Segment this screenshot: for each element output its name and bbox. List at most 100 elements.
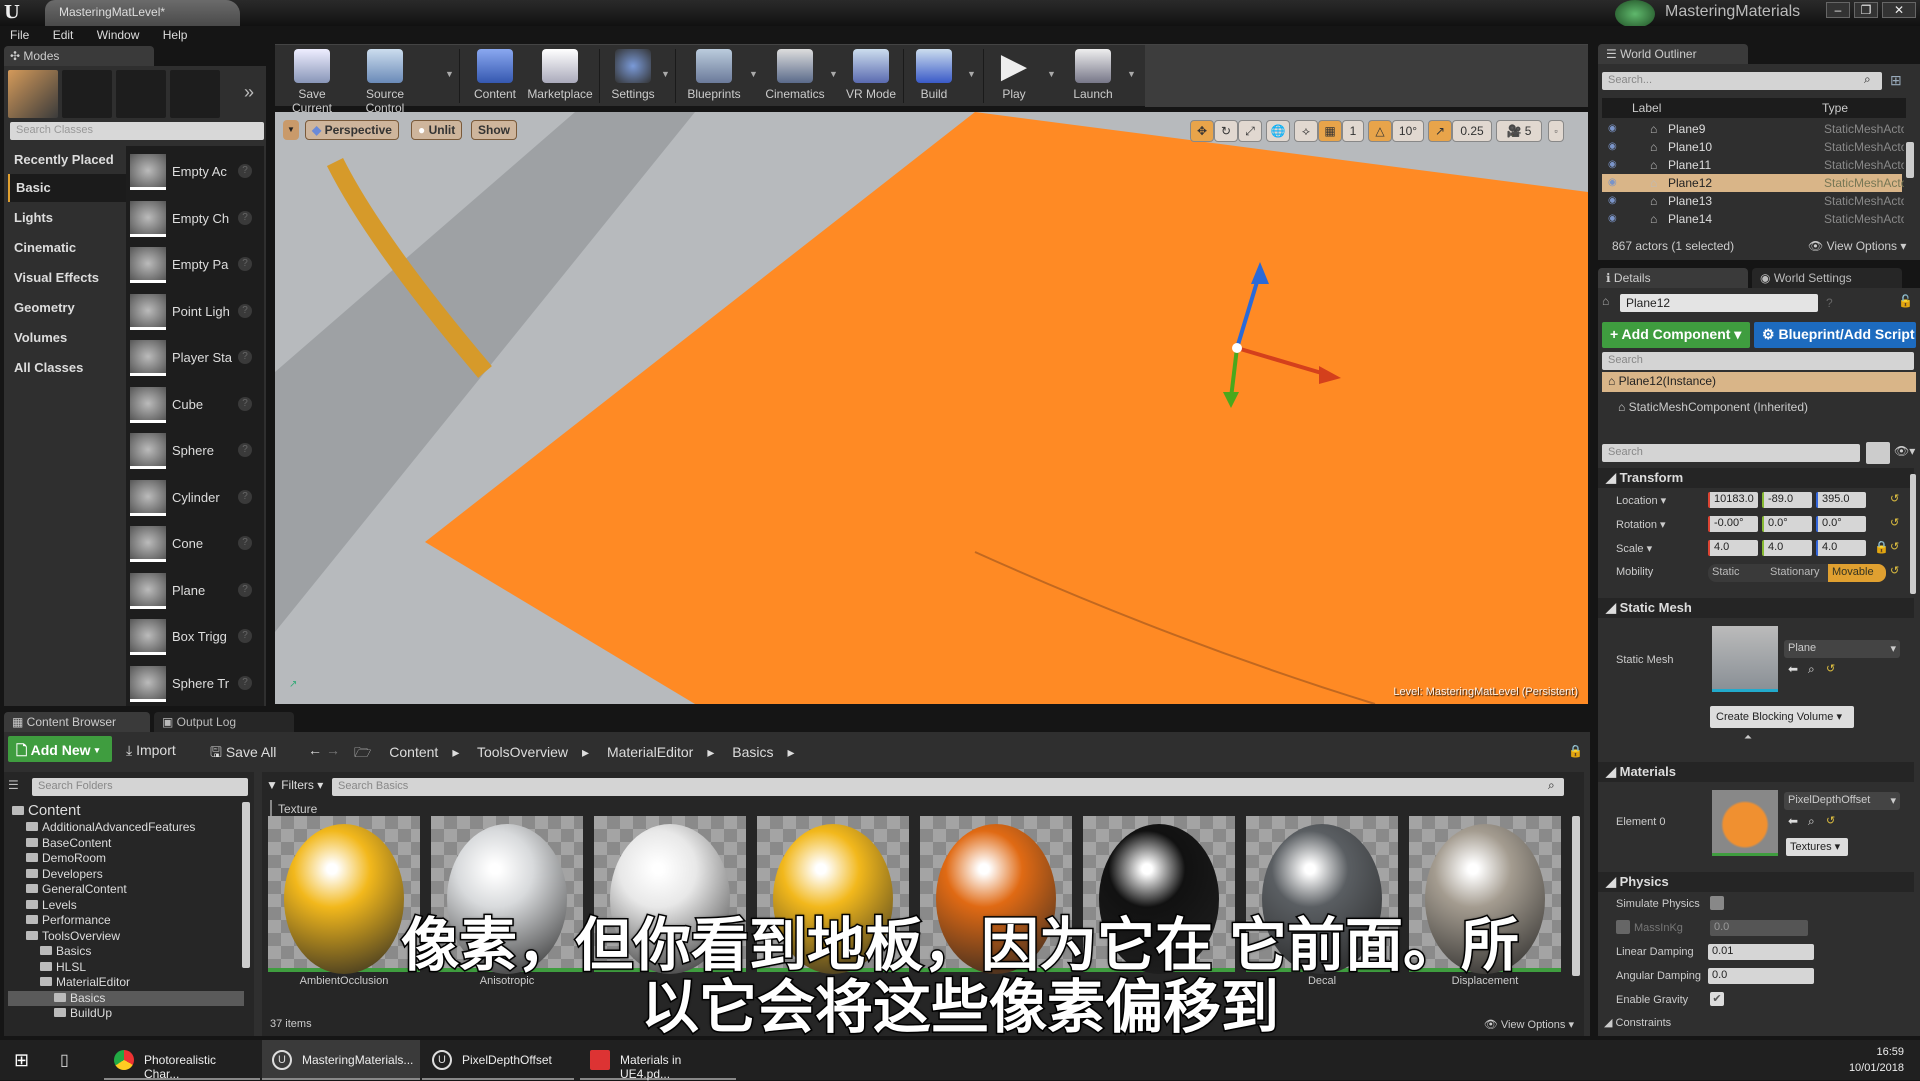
breadcrumb-separator[interactable]: ▸: [452, 744, 459, 760]
settings-dropdown[interactable]: ▼: [661, 69, 670, 79]
cinematics-dropdown[interactable]: ▼: [829, 69, 838, 79]
rotation-y-input[interactable]: 0.0°: [1762, 516, 1812, 532]
outliner-row[interactable]: ◉ ⌂ Plane13 StaticMeshActor: [1602, 192, 1904, 210]
folder-tree-item[interactable]: BaseContent: [8, 836, 244, 852]
category-volumes[interactable]: Volumes: [8, 324, 126, 352]
category-basic[interactable]: Basic: [8, 174, 126, 202]
breadcrumb-basics[interactable]: Basics: [732, 744, 773, 760]
class-item[interactable]: Empty Ch?: [130, 197, 258, 243]
translate-tool-icon[interactable]: ✥: [1190, 120, 1214, 142]
source-control-dropdown[interactable]: ▼: [445, 69, 454, 79]
folder-tree-item[interactable]: MaterialEditor: [8, 975, 244, 991]
modes-tab[interactable]: ✣ Modes: [4, 46, 154, 66]
import-button[interactable]: ⤓ Import: [126, 742, 176, 759]
breadcrumb-materialeditor[interactable]: MaterialEditor: [607, 744, 693, 760]
mobility-static[interactable]: Static: [1712, 566, 1766, 578]
class-item[interactable]: Point Ligh?: [130, 290, 258, 336]
maximize-viewport-icon[interactable]: ▫: [1548, 120, 1564, 142]
property-matrix-icon[interactable]: [1866, 442, 1890, 464]
close-button[interactable]: ✕: [1882, 2, 1916, 18]
gizmo-center[interactable]: [1232, 343, 1242, 353]
visibility-eye-icon[interactable]: ◉: [1608, 177, 1617, 188]
more-modes-icon[interactable]: »: [244, 82, 254, 103]
system-clock[interactable]: 16:59 10/01/2018: [1849, 1044, 1904, 1076]
category-recently-placed[interactable]: Recently Placed: [8, 146, 126, 174]
folder-tree-item[interactable]: Levels: [8, 898, 244, 914]
blueprints-dropdown[interactable]: ▼: [749, 69, 758, 79]
class-item[interactable]: Box Trigg?: [130, 615, 258, 661]
folder-tree-item[interactable]: BuildUp: [8, 1006, 244, 1022]
use-selected-material-icon[interactable]: ⬅: [1788, 814, 1798, 828]
blueprint-add-script-button[interactable]: ⚙ Blueprint/Add Script: [1754, 322, 1916, 348]
breadcrumb-separator[interactable]: ▸: [707, 744, 714, 760]
class-item[interactable]: Cone?: [130, 522, 258, 568]
place-mode-button[interactable]: [8, 70, 58, 118]
transform-section[interactable]: ◢ Transform: [1598, 468, 1914, 488]
help-icon[interactable]: ?: [238, 396, 252, 411]
marketplace-button[interactable]: Marketplace: [525, 49, 595, 105]
maximize-button[interactable]: ❐: [1854, 2, 1878, 18]
location-y-input[interactable]: -89.0: [1762, 492, 1812, 508]
perspective-button[interactable]: ◆ Perspective: [305, 120, 399, 140]
category-all-classes[interactable]: All Classes: [8, 354, 126, 382]
back-button[interactable]: ←: [308, 742, 322, 758]
category-lights[interactable]: Lights: [8, 204, 126, 232]
enable-gravity-checkbox[interactable]: ✔: [1710, 992, 1724, 1006]
menu-help[interactable]: Help: [153, 26, 198, 44]
breadcrumb-toolsoverview[interactable]: ToolsOverview: [477, 744, 568, 760]
output-log-tab[interactable]: ▣ Output Log: [154, 712, 294, 732]
camera-speed-button[interactable]: 🎥 5: [1496, 120, 1542, 142]
outliner-row[interactable]: ◉ ⌂ Plane12 StaticMeshActor: [1602, 174, 1904, 192]
blueprints-button[interactable]: Blueprints: [681, 49, 747, 105]
component-search-input[interactable]: Search: [1602, 352, 1914, 370]
outliner-row[interactable]: ◉ ⌂ Plane11 StaticMeshActor: [1602, 156, 1904, 174]
materials-section[interactable]: ◢ Materials: [1598, 762, 1914, 782]
textures-button[interactable]: Textures ▾: [1786, 838, 1848, 856]
help-icon[interactable]: ?: [1826, 296, 1833, 310]
help-icon[interactable]: ?: [238, 303, 252, 318]
build-button[interactable]: Build: [911, 49, 957, 105]
breadcrumb-content[interactable]: Content: [389, 744, 438, 760]
reset-mesh-icon[interactable]: ↺: [1826, 662, 1835, 675]
breadcrumb-separator[interactable]: ▸: [582, 744, 589, 760]
filters-button[interactable]: ▼ Filters ▾: [266, 778, 323, 792]
play-button[interactable]: ▶ Play: [991, 49, 1037, 105]
visibility-eye-icon[interactable]: ◉: [1608, 123, 1617, 134]
rotation-x-input[interactable]: -0.00°: [1708, 516, 1758, 532]
folder-tree-item[interactable]: AdditionalAdvancedFeatures: [8, 820, 244, 836]
rotation-label[interactable]: Rotation ▾: [1616, 518, 1666, 531]
help-icon[interactable]: ?: [238, 536, 252, 550]
static-mesh-section[interactable]: ◢ Static Mesh: [1598, 598, 1914, 618]
rotation-snap-value[interactable]: 10°: [1392, 120, 1424, 142]
world-settings-tab[interactable]: ◉ World Settings: [1752, 268, 1902, 288]
scale-snap-value[interactable]: 0.25: [1452, 120, 1492, 142]
help-icon[interactable]: ?: [238, 489, 252, 504]
taskbar-chrome[interactable]: Photorealistic Char...: [104, 1040, 260, 1081]
folder-tree-item[interactable]: Content: [8, 802, 244, 820]
level-viewport[interactable]: ▼ ◆ Perspective ● Unlit Show ✥ ↻ ⤢ 🌐 ⟡ ▦…: [275, 112, 1588, 704]
help-icon[interactable]: ?: [238, 350, 252, 364]
menu-file[interactable]: File: [0, 26, 39, 44]
folder-tree-item[interactable]: ToolsOverview: [8, 929, 244, 945]
collapse-advanced-icon[interactable]: ⏶: [1744, 732, 1752, 743]
outliner-view-options[interactable]: 👁 View Options ▾: [1808, 239, 1906, 253]
help-icon[interactable]: ?: [238, 257, 252, 271]
physics-section[interactable]: ◢ Physics: [1598, 872, 1914, 892]
breadcrumb-separator[interactable]: ▸: [787, 744, 794, 760]
launch-button[interactable]: Launch: [1065, 49, 1121, 105]
class-item[interactable]: Cylinder?: [130, 476, 258, 522]
outliner-search-input[interactable]: Search...: [1602, 72, 1882, 90]
outliner-row[interactable]: ◉ ⌂ Plane10 StaticMeshActor: [1602, 138, 1904, 156]
folder-tree-item[interactable]: Developers: [8, 867, 244, 883]
view-mode-button[interactable]: ● Unlit: [411, 120, 463, 140]
folder-tree-item[interactable]: HLSL: [8, 960, 244, 976]
scale-snap-icon[interactable]: ↗: [1428, 120, 1452, 142]
level-document-tab[interactable]: MasteringMatLevel*: [45, 0, 240, 26]
location-z-input[interactable]: 395.0: [1816, 492, 1866, 508]
folder-tree-item[interactable]: Basics: [8, 944, 244, 960]
rotation-snap-icon[interactable]: △: [1368, 120, 1392, 142]
category-geometry[interactable]: Geometry: [8, 294, 126, 322]
save-current-button[interactable]: Save Current: [281, 49, 343, 115]
reset-scale-icon[interactable]: ↺: [1890, 540, 1899, 553]
type-column-header[interactable]: Type: [1822, 101, 1848, 115]
